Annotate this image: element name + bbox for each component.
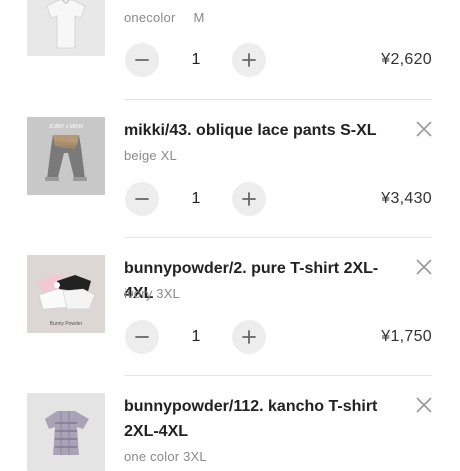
product-thumbnail[interactable]: Bunny Powder [27,255,105,333]
product-variant: one color 3XL [124,449,207,464]
increase-quantity-button[interactable] [232,182,266,216]
minus-icon [135,336,149,338]
product-thumbnail[interactable] [27,0,105,56]
minus-icon [135,198,149,200]
item-price: ¥3,430 [381,190,432,207]
close-icon [416,259,432,275]
plus-icon [242,53,256,67]
minus-icon [135,59,149,61]
plus-icon [242,330,256,344]
close-icon [416,397,432,413]
product-variant: ivory 3XL [124,286,180,301]
cart-item: onecolor M 1 ¥2,620 [0,0,460,100]
cart-item: bunnypowder/112. kancho T-shirt 2XL-4XL … [0,376,460,471]
decrease-quantity-button[interactable] [125,320,159,354]
product-variant: onecolor M [124,10,205,25]
remove-item-button[interactable] [413,118,435,140]
product-title[interactable]: mikki/43. oblique lace pants S-XL [124,118,404,143]
item-price: ¥1,750 [381,328,432,345]
plus-icon [242,192,256,206]
decrease-quantity-button[interactable] [125,43,159,77]
remove-item-button[interactable] [413,256,435,278]
cart-item: Bunny Powder bunnypowder/2. pure T-shirt… [0,238,460,376]
increase-quantity-button[interactable] [232,320,266,354]
product-variant: beige XL [124,148,177,163]
product-title[interactable]: bunnypowder/112. kancho T-shirt 2XL-4XL [124,394,404,444]
remove-item-button[interactable] [413,394,435,416]
cart-item: JCART x MIKKI mikki/43. oblique lace pan… [0,100,460,238]
decrease-quantity-button[interactable] [125,182,159,216]
increase-quantity-button[interactable] [232,43,266,77]
item-price: ¥2,620 [381,51,432,68]
close-icon [416,121,432,137]
quantity-value: 1 [191,51,201,68]
product-thumbnail[interactable]: JCART x MIKKI [27,117,105,195]
quantity-value: 1 [191,190,201,207]
quantity-value: 1 [191,328,201,345]
variant-color: onecolor [124,10,176,25]
thumbnail-logo-text: JCART x MIKKI [49,124,84,130]
variant-size: M [193,10,205,25]
thumbnail-logo-text: Bunny Powder [50,321,83,327]
product-thumbnail[interactable] [27,393,105,471]
